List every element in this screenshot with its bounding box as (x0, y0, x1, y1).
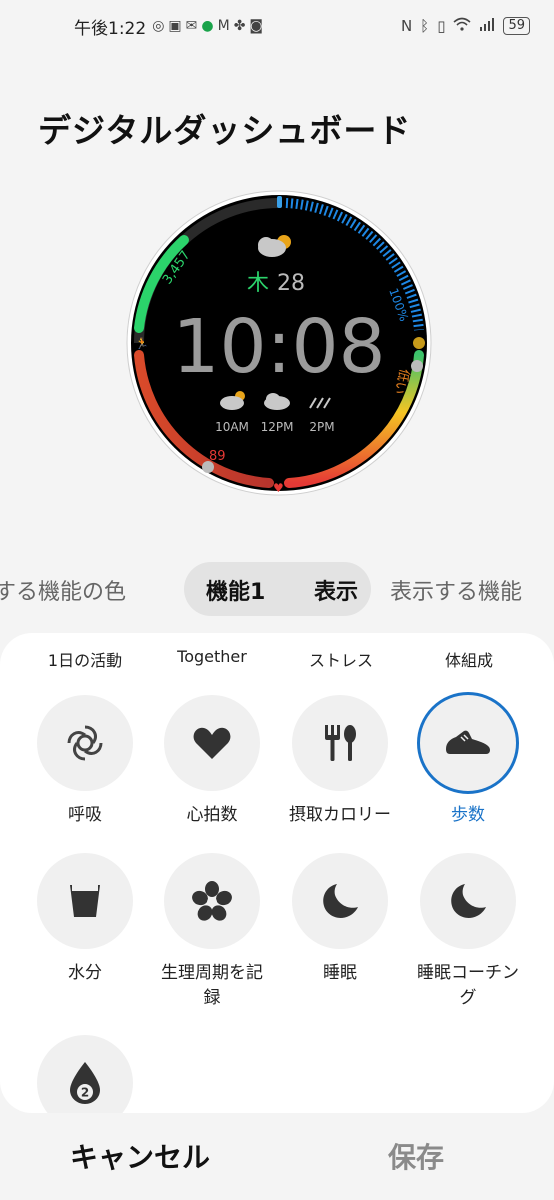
feature-sleep[interactable]: 睡眠 (276, 853, 404, 986)
feature-heart-rate[interactable]: 心拍数 (148, 695, 276, 828)
stress-icon (413, 337, 425, 349)
heart-icon (193, 727, 231, 759)
category-body-composition[interactable]: 体組成 (404, 647, 534, 671)
cat-icon: ◙ (249, 18, 264, 34)
status-bar: 午後1:22 ◎ ▣ ✉ ● M ✤ ◙ N ᛒ ▯ 59 (0, 0, 554, 52)
watch-day: 木 (247, 271, 269, 296)
battery-indicator: 59 (503, 17, 530, 35)
feature-picker-sheet: 1日の活動 Together ストレス 体組成 呼吸 心拍数 摂取カロリー 歩数… (0, 633, 554, 1113)
feature-steps-label: 歩数 (451, 805, 485, 825)
wifi-icon (453, 17, 471, 35)
feature-drop-button[interactable]: 2 (37, 1035, 133, 1113)
tab-feature-1[interactable]: 機能1 (206, 574, 265, 606)
tab-display-features[interactable]: 表示する機能 (390, 574, 522, 606)
watch-heart-rate: 89 (209, 449, 226, 464)
moon-icon (451, 884, 486, 918)
feature-water-label: 水分 (68, 963, 102, 983)
category-together[interactable]: Together (147, 647, 277, 666)
app-icon: ● (201, 18, 214, 34)
feature-calorie-intake-button[interactable] (292, 695, 388, 791)
page-title: デジタルダッシュボード (38, 111, 412, 150)
cup-icon (70, 885, 100, 917)
shoe-icon (446, 730, 490, 754)
feature-tabs: する機能の色 機能1 表示 表示する機能 (0, 562, 554, 618)
gmail-icon: M (217, 18, 230, 34)
notification-icons: ◎ ▣ ✉ ● M ✤ ◙ (152, 18, 263, 34)
feature-sleep-coaching-button[interactable] (420, 853, 516, 949)
status-left: 午後1:22 ◎ ▣ ✉ ● M ✤ ◙ (74, 14, 263, 39)
feature-drop[interactable]: 2 (21, 1035, 149, 1113)
status-right: N ᛒ ▯ 59 (401, 17, 530, 35)
fork-knife-icon (325, 725, 356, 761)
feature-heart-rate-label: 心拍数 (186, 805, 238, 825)
feature-calorie-intake-label: 摂取カロリー (289, 805, 391, 825)
watch-date: 28 (277, 271, 305, 296)
feature-water[interactable]: 水分 (21, 853, 149, 986)
watch-time: 10:08 (172, 304, 385, 390)
runner-icon: 🏃 (135, 337, 149, 350)
save-button[interactable]: 保存 (388, 1136, 444, 1176)
feature-steps[interactable]: 歩数 (404, 692, 532, 828)
forecast-time-3: 2PM (309, 420, 334, 434)
feature-steps-button[interactable] (417, 692, 519, 794)
forecast-time-2: 12PM (261, 420, 294, 434)
flower-icon (192, 881, 232, 921)
drop-icon: 2 (70, 1062, 100, 1104)
feature-sleep-button[interactable] (292, 853, 388, 949)
forecast-time-1: 10AM (215, 420, 249, 434)
category-stress[interactable]: ストレス (276, 647, 406, 671)
tab-display-partial[interactable]: 表示 (314, 574, 358, 606)
mail-icon: ✉ (185, 18, 198, 34)
fan-icon: ✤ (233, 18, 246, 34)
watch-face-preview: 🏃 ♥ 3,457 100% 低い 89 木 28 10:08 10AM 12P… (126, 190, 432, 496)
category-row: 1日の活動 Together ストレス 体組成 (0, 647, 554, 677)
tab-color[interactable]: する機能の色 (0, 574, 126, 606)
feature-sleep-coaching-label: 睡眠コーチング (417, 963, 519, 1008)
feature-calorie-intake[interactable]: 摂取カロリー (276, 695, 404, 828)
feature-breathe-button[interactable] (37, 695, 133, 791)
feature-sleep-label: 睡眠 (323, 963, 357, 983)
calendar-icon: ▣ (168, 18, 182, 34)
cancel-button[interactable]: キャンセル (70, 1136, 210, 1176)
top-marker (277, 196, 282, 208)
heart-small-icon: ♥ (273, 481, 284, 495)
feature-cycle[interactable]: 生理周期を記録 (148, 853, 276, 1011)
feature-breathe-label: 呼吸 (68, 805, 102, 825)
bottom-action-bar: キャンセル 保存 (0, 1120, 554, 1200)
category-daily-activity[interactable]: 1日の活動 (20, 647, 150, 671)
status-time: 午後1:22 (74, 18, 147, 39)
target-icon: ◎ (152, 18, 165, 34)
feature-sleep-coaching[interactable]: 睡眠コーチング (404, 853, 532, 1011)
watch-face-svg: 🏃 ♥ 3,457 100% 低い 89 木 28 10:08 10AM 12P… (126, 190, 432, 496)
bluetooth-icon: ᛒ (420, 17, 430, 35)
feature-water-button[interactable] (37, 853, 133, 949)
feature-heart-rate-button[interactable] (164, 695, 260, 791)
moon-icon (323, 884, 358, 918)
feature-breathe[interactable]: 呼吸 (21, 695, 149, 828)
feature-cycle-label: 生理周期を記録 (161, 963, 263, 1008)
nfc-icon: N (400, 17, 413, 35)
vibrate-icon: ▯ (437, 17, 446, 35)
breathe-icon (67, 725, 103, 761)
feature-cycle-button[interactable] (164, 853, 260, 949)
drop-badge: 2 (81, 1086, 89, 1100)
tab-pill-selected[interactable]: 機能1 表示 (184, 562, 371, 616)
signal-icon (479, 17, 495, 35)
